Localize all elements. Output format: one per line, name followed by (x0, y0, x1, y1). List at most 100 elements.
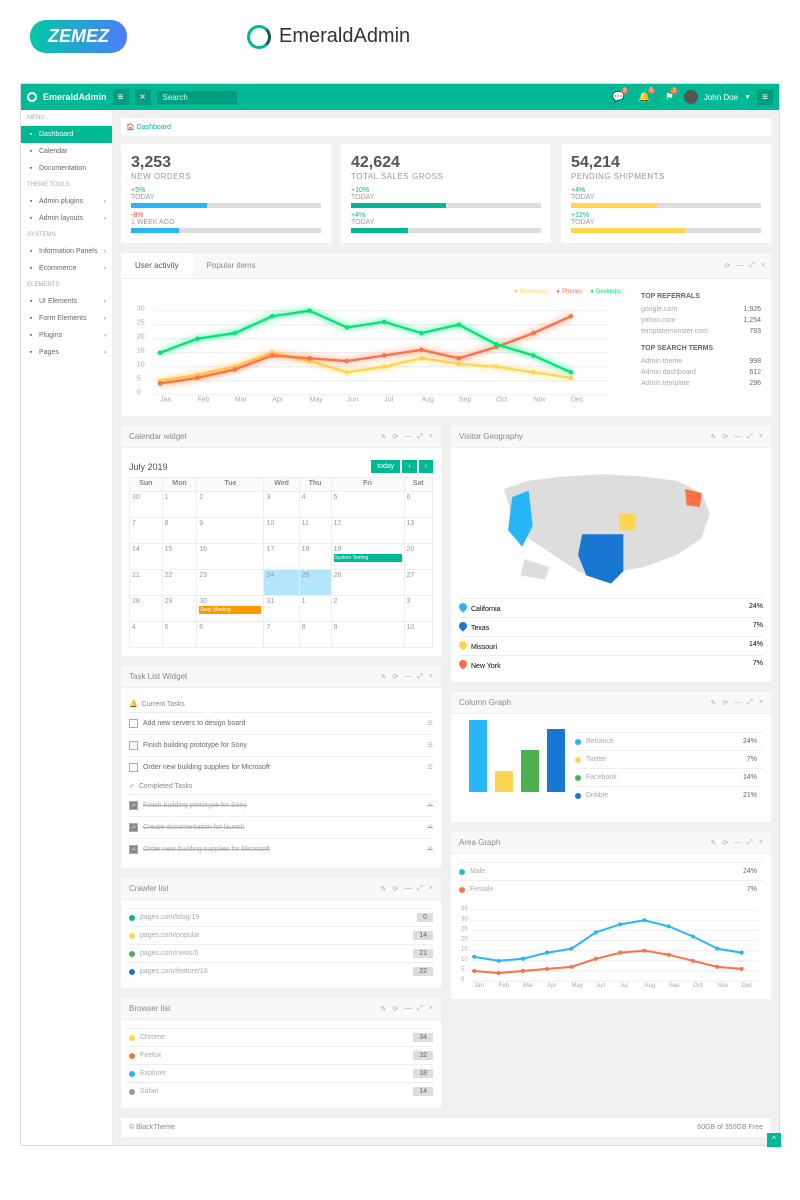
chevron-down-icon[interactable]: ▼ (744, 94, 751, 101)
task-row[interactable]: ✓Create documentation for launch× (129, 816, 433, 838)
sidebar-item[interactable]: ▪Admin layouts› (21, 210, 112, 227)
sidebar-item[interactable]: ▪Information Panels› (21, 243, 112, 260)
tab-user-activity[interactable]: User activity (121, 253, 193, 278)
geography-panel: Visitor Geography✎⟳—⤢× (451, 426, 771, 682)
avatar[interactable] (684, 90, 698, 104)
check-icon: ✓ (129, 782, 135, 790)
expand-icon[interactable]: ⤢ (749, 262, 755, 270)
cal-prev[interactable]: ‹ (402, 460, 416, 473)
calendar-panel: Calendar widget✎⟳—⤢× July 2019 today‹› S… (121, 426, 441, 656)
refresh-icon[interactable]: ⟳ (724, 262, 730, 270)
svg-text:Nov: Nov (534, 397, 547, 404)
svg-text:0: 0 (137, 390, 141, 397)
svg-text:30: 30 (461, 916, 468, 922)
activity-panel: User activity Popular items ⟳—⤢× Noteboo… (121, 253, 771, 416)
cal-next[interactable]: › (419, 460, 433, 473)
svg-text:Sep: Sep (669, 983, 680, 989)
activity-chart: JanFebMarAprMayJunJulAugSepOctNovDec0510… (131, 299, 621, 404)
sidebar-toggle[interactable]: ≡ (113, 89, 129, 105)
browser-panel: Browser list✎⟳—⤢× Chrome34Firefox32Explo… (121, 998, 441, 1108)
geo-row[interactable]: New York7% (459, 655, 763, 674)
search-clear[interactable]: × (135, 89, 151, 105)
kpi-card: 54,214PENDING SHIPMENTS +4%TODAY +12%TOD… (561, 144, 771, 243)
sidebar-item[interactable]: ▪UI Elements› (21, 293, 112, 310)
list-item[interactable]: pages.com/news/521 (129, 944, 433, 962)
tab-popular-items[interactable]: Popular items (193, 253, 270, 278)
list-item[interactable]: Explorer18 (129, 1064, 433, 1082)
list-item[interactable]: Firefox32 (129, 1046, 433, 1064)
chat-icon[interactable]: 💬3 (612, 92, 624, 103)
kpi-row: 3,253NEW ORDERS +5%TODAY -8%1 WEEK AGO 4… (121, 144, 771, 243)
task-row[interactable]: ✓Order new building supplies for Microso… (129, 838, 433, 860)
svg-text:Jul: Jul (384, 397, 393, 404)
svg-text:15: 15 (461, 947, 468, 953)
user-name[interactable]: John Doe (704, 93, 738, 102)
minimize-icon[interactable]: — (736, 262, 743, 270)
right-panel-toggle[interactable]: ≡ (757, 89, 773, 105)
list-item[interactable]: pages.com/popular14 (129, 926, 433, 944)
geo-row[interactable]: Texas7% (459, 617, 763, 636)
flag-icon[interactable]: ⚑2 (665, 92, 674, 103)
column-graph-panel: Column Graph✎⟳—⤢× Behance24%Twitter7%Fac… (451, 692, 771, 822)
list-item[interactable]: Safari14 (129, 1082, 433, 1100)
task-row[interactable]: Add new servers to design board≡ (129, 712, 433, 734)
sidebar: MENU▪Dashboard▪Calendar▪DocumentationTHE… (21, 110, 113, 1145)
svg-text:Aug: Aug (422, 397, 435, 404)
svg-text:May: May (310, 397, 324, 404)
svg-text:10: 10 (461, 957, 468, 963)
svg-text:25: 25 (137, 320, 145, 327)
close-icon[interactable]: × (761, 262, 765, 270)
geo-row[interactable]: California24% (459, 598, 763, 617)
svg-text:Jan: Jan (474, 983, 484, 989)
svg-text:15: 15 (137, 348, 145, 355)
svg-text:Apr: Apr (272, 397, 284, 404)
sidebar-item[interactable]: ▪Dashboard (21, 126, 112, 143)
footer: © BlackTheme60GB of 350GB Free (121, 1118, 771, 1137)
scroll-top-button[interactable]: ^ (767, 1133, 781, 1147)
sidebar-item[interactable]: ▪Calendar (21, 143, 112, 160)
main-content: 🏠 Dashboard 3,253NEW ORDERS +5%TODAY -8%… (113, 110, 779, 1145)
svg-text:25: 25 (461, 926, 468, 932)
tasks-panel: Task List Widget✎⟳—⤢× 🔔Current Tasks Add… (121, 666, 441, 868)
svg-text:Oct: Oct (693, 983, 703, 989)
svg-text:Mar: Mar (235, 397, 248, 404)
svg-text:5: 5 (461, 967, 465, 973)
today-button[interactable]: today (371, 460, 400, 473)
sidebar-item[interactable]: ▪Form Elements› (21, 310, 112, 327)
list-item[interactable]: Chrome34 (129, 1028, 433, 1046)
crawler-panel: Crawler list✎⟳—⤢× pages.com/blog/190page… (121, 878, 441, 988)
sidebar-item[interactable]: ▪Ecommerce› (21, 260, 112, 277)
svg-text:20: 20 (137, 334, 145, 341)
sidebar-item[interactable]: ▪Plugins› (21, 327, 112, 344)
kpi-card: 3,253NEW ORDERS +5%TODAY -8%1 WEEK AGO (121, 144, 331, 243)
sidebar-item[interactable]: ▪Admin plugins› (21, 193, 112, 210)
svg-text:Apr: Apr (547, 983, 556, 989)
svg-text:Dec: Dec (571, 397, 584, 404)
sidebar-item[interactable]: ▪Documentation (21, 160, 112, 177)
svg-text:Sep: Sep (459, 397, 472, 404)
app-logo-icon (27, 92, 37, 102)
task-row[interactable]: Order new building supplies for Microsof… (129, 756, 433, 778)
task-row[interactable]: ✓Finish building prototype for Sony× (129, 794, 433, 816)
geo-row[interactable]: Missouri14% (459, 636, 763, 655)
area-graph-panel: Area Graph✎⟳—⤢× Male24%Female7% JanFebMa… (451, 832, 771, 999)
bell-icon: 🔔 (129, 700, 138, 708)
task-row[interactable]: Finish building prototype for Sony≡ (129, 734, 433, 756)
emerald-logo-icon (247, 25, 271, 49)
list-item[interactable]: pages.com/feature/1622 (129, 962, 433, 980)
bell-icon[interactable]: 🔔5 (638, 92, 650, 103)
list-item[interactable]: pages.com/blog/190 (129, 908, 433, 926)
calendar-grid[interactable]: SunMonTueWedThuFriSat 30123456 789101112… (129, 477, 433, 648)
svg-text:Nov: Nov (717, 983, 729, 989)
svg-text:Oct: Oct (496, 397, 507, 404)
emerald-brand: EmeraldAdmin (247, 25, 410, 49)
svg-text:May: May (571, 983, 583, 989)
breadcrumb[interactable]: 🏠 Dashboard (121, 118, 771, 136)
svg-text:Aug: Aug (644, 983, 655, 989)
sidebar-item[interactable]: ▪Pages› (21, 344, 112, 361)
svg-text:Feb: Feb (499, 983, 510, 989)
search-input[interactable] (157, 91, 237, 104)
svg-text:20: 20 (461, 937, 468, 943)
usa-map (459, 456, 763, 596)
svg-text:Jun: Jun (596, 983, 606, 989)
